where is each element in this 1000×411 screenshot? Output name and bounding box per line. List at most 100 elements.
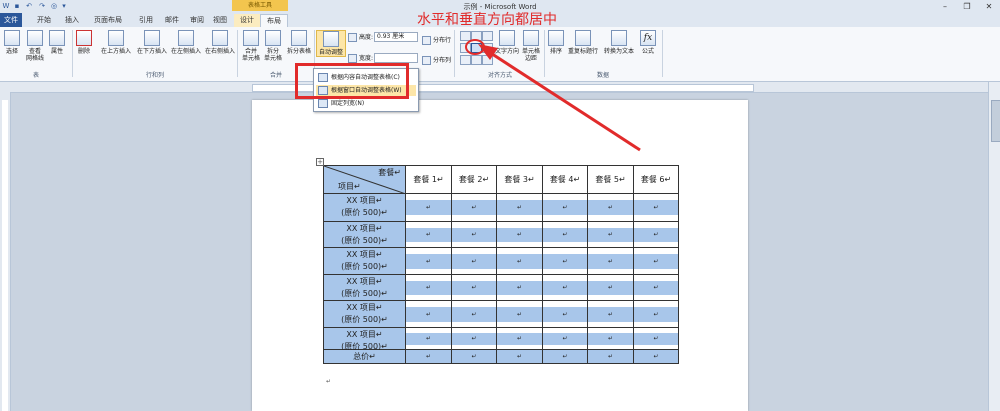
data-cell[interactable]: ↵ xyxy=(634,194,679,222)
row-label-cell[interactable]: XX 项目↵ (原价 500)↵ xyxy=(324,248,406,275)
text-direction-button[interactable]: 文字方向 xyxy=(494,30,520,55)
cell-margins-button[interactable]: 单元格 边距 xyxy=(520,30,542,62)
data-cell[interactable]: ↵ xyxy=(497,248,543,275)
insert-left-button[interactable]: 在左侧插入 xyxy=(168,30,204,55)
formula-button[interactable]: fx 公式 xyxy=(638,30,658,55)
header-cell[interactable]: 套餐 1↵ xyxy=(406,166,452,194)
data-cell[interactable]: ↵ xyxy=(497,275,543,301)
table-move-handle-icon[interactable]: + xyxy=(316,158,324,166)
data-cell[interactable]: ↵ xyxy=(588,248,634,275)
data-cell[interactable]: ↵ xyxy=(588,222,634,248)
header-cell[interactable]: 套餐 4↵ xyxy=(543,166,588,194)
tab-layout[interactable]: 布局 xyxy=(260,14,288,28)
align-bottom-right-icon[interactable] xyxy=(482,55,493,65)
vertical-scrollbar[interactable] xyxy=(988,82,1000,411)
header-cell[interactable]: 套餐 5↵ xyxy=(588,166,634,194)
tab-references[interactable]: 引用 xyxy=(134,14,158,27)
data-cell[interactable]: ↵ xyxy=(406,248,452,275)
total-cell[interactable]: ↵ xyxy=(634,350,679,364)
fixed-column-width-item[interactable]: 固定列宽(N) xyxy=(316,98,416,109)
close-icon[interactable]: ✕ xyxy=(978,0,1000,13)
tab-review[interactable]: 审阅 xyxy=(185,14,209,27)
view-gridlines-button[interactable]: 查看 网格线 xyxy=(24,30,46,62)
align-bottom-left-icon[interactable] xyxy=(460,55,471,65)
data-cell[interactable]: ↵ xyxy=(543,194,588,222)
data-cell[interactable]: ↵ xyxy=(543,301,588,328)
align-top-left-icon[interactable] xyxy=(460,31,471,41)
header-cell[interactable]: 套餐 6↵ xyxy=(634,166,679,194)
row-label-cell[interactable]: XX 项目↵ (原价 500)↵ xyxy=(324,222,406,248)
data-cell[interactable]: ↵ xyxy=(634,248,679,275)
data-cell[interactable]: ↵ xyxy=(452,194,497,222)
distribute-rows-button[interactable]: 分布行 xyxy=(422,35,451,45)
data-cell[interactable]: ↵ xyxy=(406,328,452,350)
data-cell[interactable]: ↵ xyxy=(452,248,497,275)
tab-home[interactable]: 开始 xyxy=(32,14,56,27)
horizontal-ruler[interactable] xyxy=(0,82,1000,93)
vertical-ruler[interactable] xyxy=(0,92,11,411)
properties-button[interactable]: 属性 xyxy=(48,30,66,55)
data-cell[interactable]: ↵ xyxy=(406,301,452,328)
tab-page-layout[interactable]: 页面布局 xyxy=(88,14,128,27)
minimize-icon[interactable]: – xyxy=(934,0,956,13)
data-cell[interactable]: ↵ xyxy=(634,275,679,301)
data-cell[interactable]: ↵ xyxy=(634,301,679,328)
data-cell[interactable]: ↵ xyxy=(543,275,588,301)
repeat-header-button[interactable]: 重复标题行 xyxy=(566,30,600,55)
header-cell[interactable]: 套餐 3↵ xyxy=(497,166,543,194)
data-cell[interactable]: ↵ xyxy=(497,194,543,222)
scrollbar-thumb[interactable] xyxy=(991,100,1000,142)
diagonal-header-cell[interactable]: 套餐↵ 项目↵ xyxy=(324,166,406,194)
data-cell[interactable]: ↵ xyxy=(634,328,679,350)
data-cell[interactable]: ↵ xyxy=(543,328,588,350)
row-label-cell[interactable]: XX 项目↵ (原价 500)↵ xyxy=(324,301,406,328)
data-cell[interactable]: ↵ xyxy=(634,222,679,248)
total-cell[interactable]: ↵ xyxy=(406,350,452,364)
data-cell[interactable]: ↵ xyxy=(497,328,543,350)
tab-view[interactable]: 视图 xyxy=(208,14,232,27)
select-button[interactable]: 选择 xyxy=(3,30,21,55)
autofit-button[interactable]: 自动调整 xyxy=(316,30,346,57)
height-input[interactable]: 0.93 厘米 xyxy=(374,32,418,42)
convert-to-text-button[interactable]: 转换为文本 xyxy=(600,30,638,55)
split-table-button[interactable]: 拆分表格 xyxy=(284,30,314,55)
align-middle-right-icon[interactable] xyxy=(482,43,493,53)
restore-icon[interactable]: ❐ xyxy=(956,0,978,13)
data-cell[interactable]: ↵ xyxy=(452,275,497,301)
align-middle-left-icon[interactable] xyxy=(460,43,471,53)
align-top-right-icon[interactable] xyxy=(482,31,493,41)
data-cell[interactable]: ↵ xyxy=(588,328,634,350)
data-cell[interactable]: ↵ xyxy=(588,194,634,222)
data-cell[interactable]: ↵ xyxy=(452,328,497,350)
tab-insert[interactable]: 插入 xyxy=(60,14,84,27)
data-cell[interactable]: ↵ xyxy=(406,194,452,222)
merge-cells-button[interactable]: 合并 单元格 xyxy=(240,30,262,62)
width-input[interactable] xyxy=(374,53,418,63)
insert-above-button[interactable]: 在上方插入 xyxy=(98,30,134,55)
tab-mailings[interactable]: 邮件 xyxy=(160,14,184,27)
align-top-center-icon[interactable] xyxy=(471,31,482,41)
row-label-cell[interactable]: XX 项目↵ (原价 500)↵ xyxy=(324,194,406,222)
total-label-cell[interactable]: 总价↵ xyxy=(324,350,406,364)
tab-design[interactable]: 设计 xyxy=(234,14,260,27)
data-cell[interactable]: ↵ xyxy=(588,301,634,328)
row-label-cell[interactable]: XX 项目↵ (原价 500)↵ xyxy=(324,328,406,351)
data-cell[interactable]: ↵ xyxy=(543,248,588,275)
total-cell[interactable]: ↵ xyxy=(497,350,543,364)
delete-button[interactable]: 删除 xyxy=(74,30,94,55)
package-table[interactable]: 套餐↵ 项目↵ 套餐 1↵ 套餐 2↵ 套餐 3↵ 套餐 4↵ 套餐 5↵ 套餐 6↵ XX 项… xyxy=(323,165,679,364)
data-cell[interactable]: ↵ xyxy=(452,222,497,248)
data-cell[interactable]: ↵ xyxy=(543,222,588,248)
data-cell[interactable]: ↵ xyxy=(497,222,543,248)
data-cell[interactable]: ↵ xyxy=(588,275,634,301)
insert-right-button[interactable]: 在右侧插入 xyxy=(202,30,238,55)
row-label-cell[interactable]: XX 项目↵ (原价 500)↵ xyxy=(324,275,406,301)
insert-below-button[interactable]: 在下方插入 xyxy=(134,30,170,55)
header-cell[interactable]: 套餐 2↵ xyxy=(452,166,497,194)
align-bottom-center-icon[interactable] xyxy=(471,55,482,65)
data-cell[interactable]: ↵ xyxy=(452,301,497,328)
tab-file[interactable]: 文件 xyxy=(0,13,22,27)
distribute-cols-button[interactable]: 分布列 xyxy=(422,55,451,65)
data-cell[interactable]: ↵ xyxy=(497,301,543,328)
align-center-icon[interactable] xyxy=(471,43,482,53)
